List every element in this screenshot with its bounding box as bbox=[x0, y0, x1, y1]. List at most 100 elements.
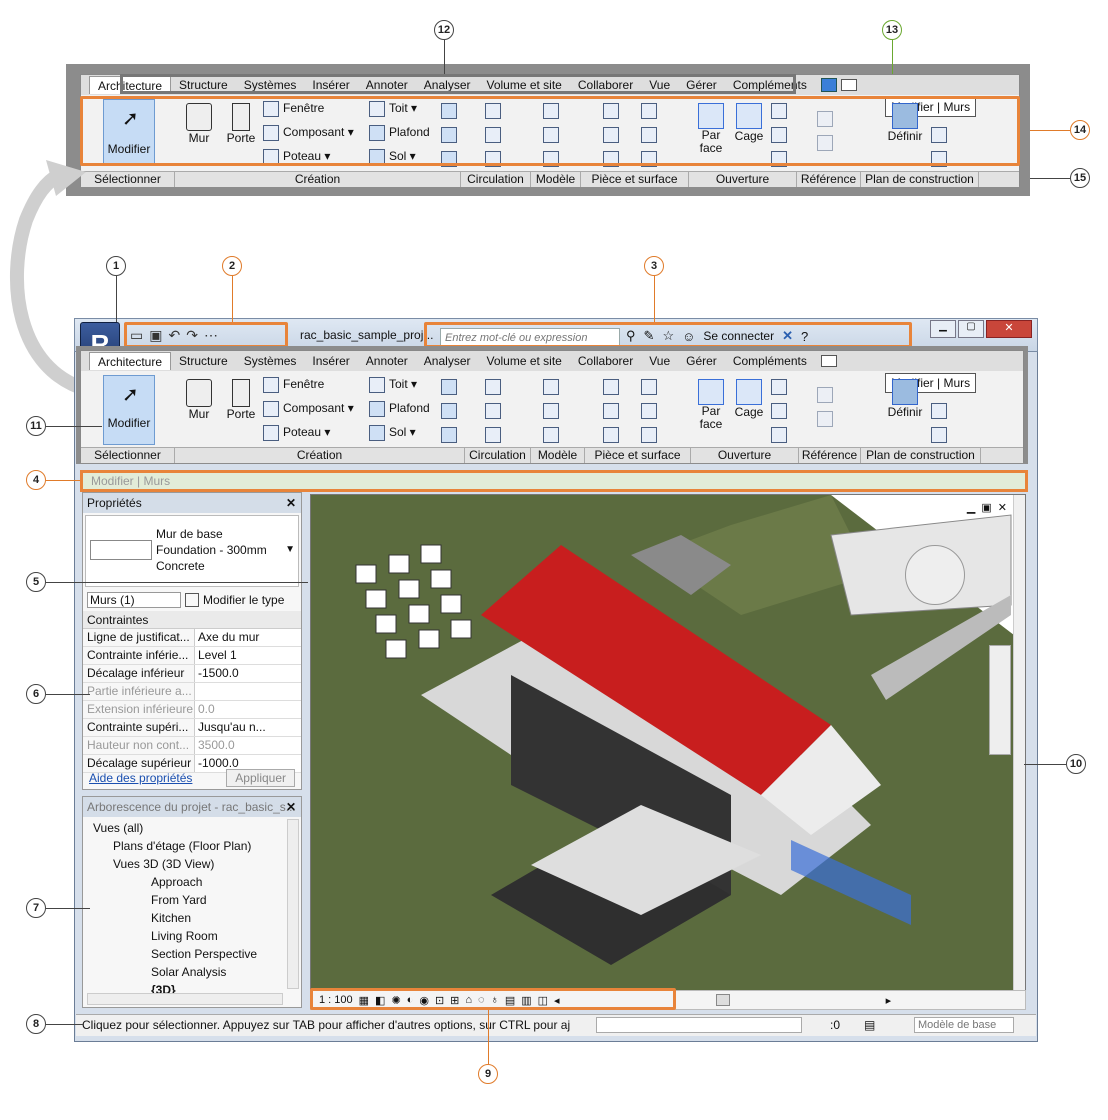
property-row[interactable]: Décalage inférieur -1500.0 bbox=[83, 665, 301, 683]
app-grid-icon[interactable] bbox=[817, 411, 833, 427]
panel-room-area[interactable]: Pièce et surface bbox=[581, 172, 689, 187]
app-curtain-system-icon[interactable] bbox=[441, 379, 457, 395]
close-button[interactable]: ✕ bbox=[986, 320, 1032, 338]
app-modify-button[interactable]: ➚ Modifier bbox=[103, 375, 155, 445]
app-model-group-icon[interactable] bbox=[543, 427, 559, 443]
view-close-icon[interactable]: ✕ bbox=[998, 501, 1007, 514]
browser-close-icon[interactable]: ✕ bbox=[286, 797, 296, 817]
minimize-button[interactable]: ▁ bbox=[930, 320, 956, 338]
type-selector[interactable]: Mur de base Foundation - 300mm Concrete … bbox=[85, 515, 299, 587]
ribbon-minimize-icon[interactable] bbox=[840, 79, 857, 91]
app-tab-addins[interactable]: Compléments bbox=[725, 352, 815, 370]
app-window-button[interactable]: Fenêtre bbox=[263, 377, 324, 393]
app-model-text-icon[interactable] bbox=[543, 379, 559, 395]
app-tab-insert[interactable]: Insérer bbox=[304, 352, 357, 370]
app-vertical-opening-icon[interactable] bbox=[771, 403, 787, 419]
app-wall-button[interactable]: Mur bbox=[181, 379, 217, 421]
app-set-button[interactable]: Définir bbox=[881, 379, 929, 419]
properties-close-icon[interactable]: ✕ bbox=[286, 493, 296, 513]
view-restore-icon[interactable]: ▣ bbox=[981, 501, 991, 514]
app-room-icon[interactable] bbox=[603, 379, 619, 395]
browser-tree-item[interactable]: Plans d'étage (Floor Plan) bbox=[89, 837, 285, 855]
properties-help-link[interactable]: Aide des propriétés bbox=[89, 771, 192, 785]
browser-tree-item[interactable]: Living Room bbox=[89, 927, 285, 945]
browser-tree-item[interactable]: Kitchen bbox=[89, 909, 285, 927]
property-value[interactable]: 3500.0 bbox=[195, 737, 301, 754]
app-component-button[interactable]: Composant ▾ bbox=[263, 401, 354, 417]
browser-tree-item[interactable]: Section Perspective bbox=[89, 945, 285, 963]
app-level-icon[interactable] bbox=[817, 387, 833, 403]
drawing-area[interactable]: ▁ ▣ ✕ bbox=[310, 494, 1026, 994]
hscroll-thumb[interactable] bbox=[715, 994, 730, 1006]
property-value[interactable] bbox=[195, 683, 301, 700]
constraints-header[interactable]: Contraintes bbox=[83, 611, 301, 629]
app-ref-plane-icon[interactable] bbox=[931, 427, 947, 443]
app-by-face-button[interactable]: Par face bbox=[693, 379, 729, 431]
browser-tree-item[interactable]: Approach bbox=[89, 873, 285, 891]
property-row[interactable]: Partie inférieure a... bbox=[83, 683, 301, 701]
property-row[interactable]: Contrainte inférie... Level 1 bbox=[83, 647, 301, 665]
app-tab-collaborate[interactable]: Collaborer bbox=[570, 352, 641, 370]
app-area-tag-icon[interactable] bbox=[641, 427, 657, 443]
workset-selector[interactable] bbox=[596, 1017, 802, 1033]
app-room-tag-icon[interactable] bbox=[603, 403, 619, 419]
app-area-icon[interactable] bbox=[603, 427, 619, 443]
app-floor-button[interactable]: Sol ▾ bbox=[369, 425, 416, 441]
app-tab-analyze[interactable]: Analyser bbox=[416, 352, 479, 370]
app-tab-structure[interactable]: Structure bbox=[171, 352, 236, 370]
edit-type-icon[interactable] bbox=[185, 593, 199, 607]
app-panel-select[interactable]: Sélectionner bbox=[81, 448, 175, 463]
app-ramp-icon[interactable] bbox=[485, 403, 501, 419]
viewport-vscrollbar[interactable] bbox=[1013, 495, 1025, 993]
maximize-button[interactable]: ▢ bbox=[958, 320, 984, 338]
app-shaft-button[interactable]: Cage bbox=[731, 379, 767, 419]
app-dormer-opening-icon[interactable] bbox=[771, 427, 787, 443]
instance-filter-select[interactable]: Murs (1) bbox=[87, 592, 181, 608]
app-tab-annotate[interactable]: Annoter bbox=[358, 352, 416, 370]
property-row[interactable]: Hauteur non cont... 3500.0 bbox=[83, 737, 301, 755]
app-tab-view[interactable]: Vue bbox=[641, 352, 678, 370]
app-column-button[interactable]: Poteau ▾ bbox=[263, 425, 330, 441]
app-door-button[interactable]: Porte bbox=[223, 379, 259, 421]
app-curtain-grid-icon[interactable] bbox=[441, 403, 457, 419]
property-value[interactable]: 0.0 bbox=[195, 701, 301, 718]
design-option-select[interactable]: Modèle de base bbox=[914, 1017, 1014, 1033]
property-row[interactable]: Extension inférieure 0.0 bbox=[83, 701, 301, 719]
property-value[interactable]: -1500.0 bbox=[195, 665, 301, 682]
browser-scrollbar[interactable] bbox=[287, 819, 299, 989]
view-minimize-icon[interactable]: ▁ bbox=[967, 501, 975, 514]
app-roof-button[interactable]: Toit ▾ bbox=[369, 377, 417, 393]
type-dropdown-icon[interactable]: ▼ bbox=[285, 544, 295, 555]
app-railing-icon[interactable] bbox=[485, 379, 501, 395]
viewcube[interactable] bbox=[905, 545, 965, 605]
app-tab-architecture[interactable]: Architecture bbox=[89, 352, 172, 370]
browser-tree-item[interactable]: Vues 3D (3D View) bbox=[89, 855, 285, 873]
app-show-workplane-icon[interactable] bbox=[931, 403, 947, 419]
browser-tree-item[interactable]: Solar Analysis bbox=[89, 963, 285, 981]
filter-icon[interactable]: ▤ bbox=[864, 1016, 875, 1034]
app-ceiling-button[interactable]: Plafond bbox=[369, 401, 430, 417]
ribbon-toggle-icon[interactable] bbox=[820, 78, 837, 92]
app-stair-icon[interactable] bbox=[485, 427, 501, 443]
property-value[interactable]: Jusqu'au n... bbox=[195, 719, 301, 736]
property-row[interactable]: Contrainte supéri... Jusqu'au n... bbox=[83, 719, 301, 737]
edit-type-button[interactable]: Modifier le type bbox=[203, 593, 284, 607]
app-panel-room-area[interactable]: Pièce et surface bbox=[585, 448, 691, 463]
app-tab-manage[interactable]: Gérer bbox=[678, 352, 725, 370]
app-tab-systems[interactable]: Systèmes bbox=[236, 352, 305, 370]
apply-button[interactable]: Appliquer bbox=[226, 769, 295, 787]
property-value[interactable]: Axe du mur bbox=[195, 629, 301, 646]
property-value[interactable]: Level 1 bbox=[195, 647, 301, 664]
property-row[interactable]: Ligne de justificat... Axe du mur bbox=[83, 629, 301, 647]
app-area-boundary-icon[interactable] bbox=[641, 403, 657, 419]
browser-hscrollbar[interactable] bbox=[87, 993, 283, 1005]
browser-tree-item[interactable]: From Yard bbox=[89, 891, 285, 909]
app-tab-massing[interactable]: Volume et site bbox=[478, 352, 569, 370]
app-wall-opening-icon[interactable] bbox=[771, 379, 787, 395]
app-ribbon-minimize-icon[interactable] bbox=[820, 355, 837, 367]
app-model-line-icon[interactable] bbox=[543, 403, 559, 419]
app-mullion-icon[interactable] bbox=[441, 427, 457, 443]
browser-tree-item[interactable]: Vues (all) bbox=[89, 819, 285, 837]
hscroll-right-icon[interactable]: ▸ bbox=[886, 994, 892, 1007]
app-room-separator-icon[interactable] bbox=[641, 379, 657, 395]
